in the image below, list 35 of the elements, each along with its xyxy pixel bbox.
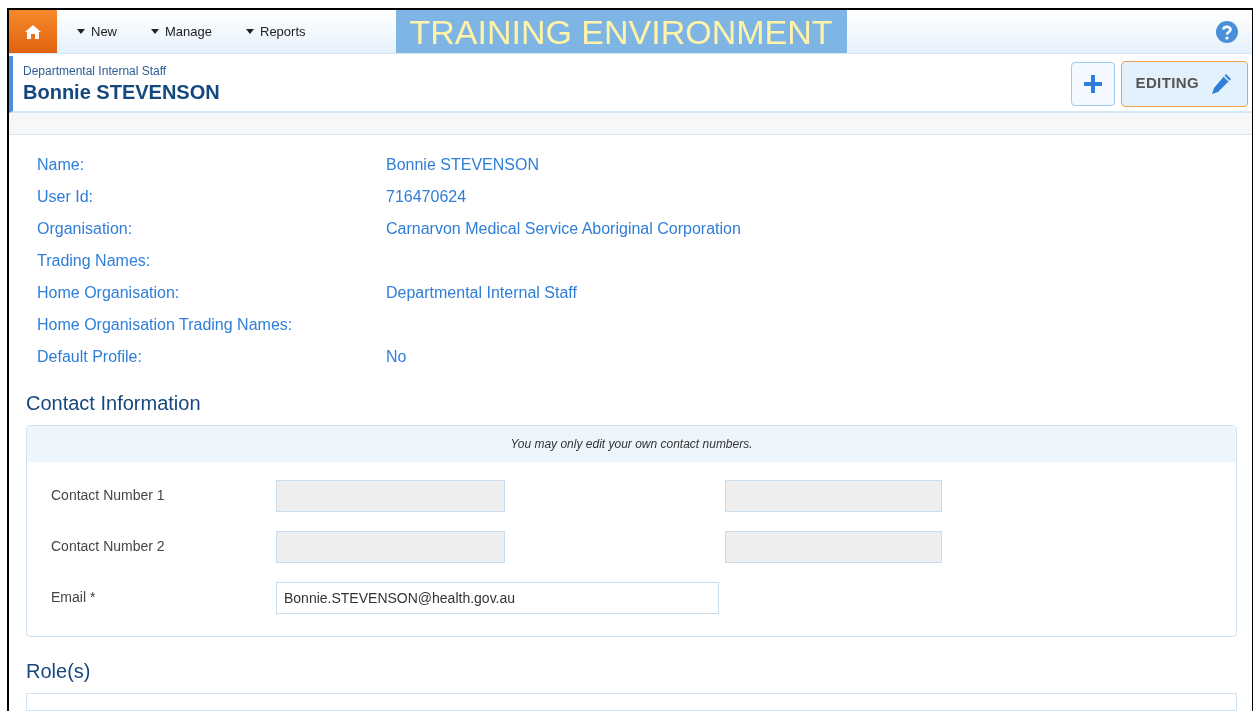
field-value: Bonnie STEVENSON: [386, 154, 539, 175]
editing-button[interactable]: EDITING: [1120, 60, 1248, 107]
contact-note: You may only edit your own contact numbers.: [27, 425, 1236, 462]
section-heading: Role(s): [26, 658, 92, 684]
caret-icon: [246, 29, 254, 34]
field-value: Carnarvon Medical Service Aboriginal Corporation: [386, 218, 741, 239]
field-label: Name:: [37, 154, 86, 175]
nav-menu[interactable]: Manage: [141, 21, 222, 42]
page-subtitle: Departmental Internal Staff: [23, 62, 168, 79]
pencil-icon: [1209, 71, 1233, 96]
home-button[interactable]: [9, 10, 57, 53]
add-button[interactable]: [1070, 61, 1115, 106]
environment-banner: TRAINING ENVIRONMENT: [395, 10, 847, 53]
nav-menu[interactable]: Reports: [236, 21, 316, 42]
field-label: Home Organisation Trading Names:: [37, 314, 294, 335]
field-label: Home Organisation:: [37, 282, 181, 303]
field-label: Default Profile:: [37, 346, 143, 367]
home-icon: [24, 23, 42, 40]
help-icon[interactable]: [1216, 20, 1238, 43]
field-label: Contact Number 1: [50, 486, 166, 506]
field-label: Trading Names:: [37, 250, 152, 271]
plus-icon: [1082, 73, 1103, 94]
caret-icon: [151, 29, 159, 34]
field-label: User Id:: [37, 186, 94, 207]
field-value: Departmental Internal Staff: [386, 282, 577, 303]
input-field[interactable]: Bonnie.STEVENSON@health.gov.au: [276, 581, 719, 614]
field-label: Contact Number 2: [50, 537, 166, 557]
nav-menu[interactable]: New: [67, 21, 127, 42]
section-heading: Contact Information: [26, 390, 202, 416]
field-label: Email *: [50, 588, 97, 608]
field-label: Organisation:: [37, 218, 134, 239]
page-title: Bonnie STEVENSON: [23, 79, 220, 105]
field-value: No: [386, 346, 407, 367]
field-value: 716470624: [386, 186, 467, 207]
caret-icon: [77, 29, 85, 34]
